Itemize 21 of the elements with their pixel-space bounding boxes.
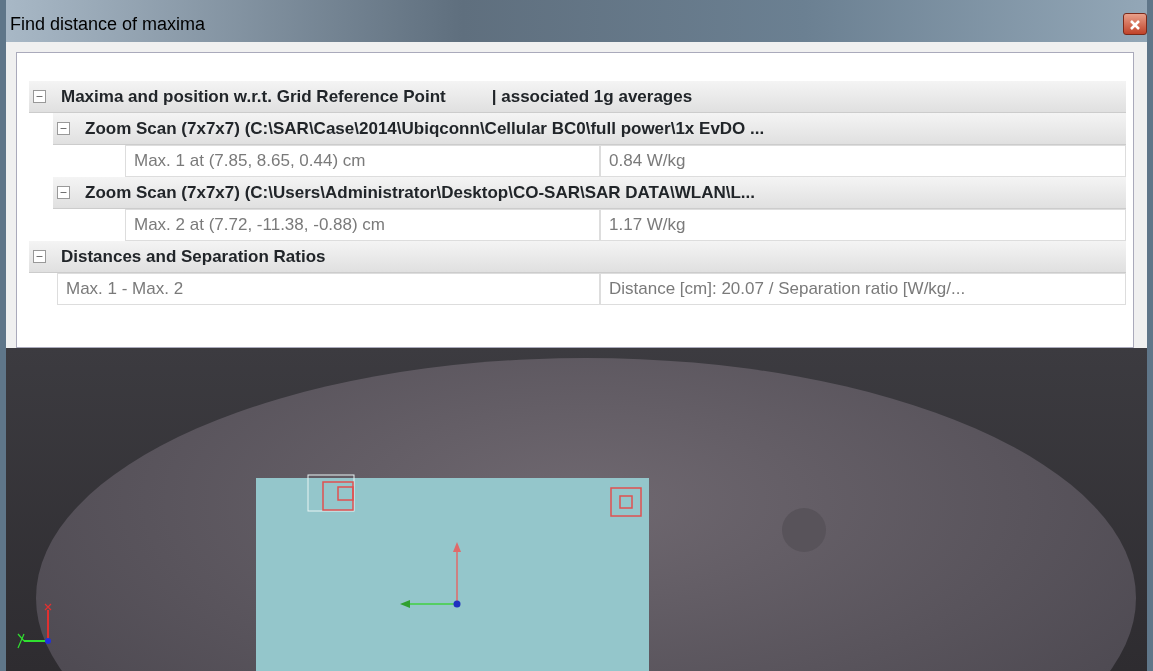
collapse-icon[interactable] — [33, 90, 46, 103]
close-button[interactable] — [1123, 13, 1147, 35]
close-icon — [1129, 18, 1141, 31]
section-title: Distances and Separation Ratios — [61, 245, 326, 268]
table-cell: Max. 2 at (7.72, -11.38, -0.88) cm — [125, 209, 600, 241]
table-cell: Max. 1 at (7.85, 8.65, 0.44) cm — [125, 145, 600, 177]
table-cell: Distance [cm]: 20.07 / Separation ratio [W/kg/... — [600, 273, 1126, 305]
table-cell: Max. 1 - Max. 2 — [57, 273, 600, 305]
section-title: Maxima and position w.r.t. Grid Reference Point — [61, 85, 446, 108]
axes-arrows-drawing — [400, 542, 461, 608]
column-heading: | associated 1g averages — [491, 85, 693, 108]
table-cell: 0.84 W/kg — [600, 145, 1126, 177]
window-title: Find distance of maxima — [10, 12, 206, 36]
collapse-icon[interactable] — [33, 250, 46, 263]
scan-title: Zoom Scan (7x7x7) (C:\SAR\Case\2014\Ubiqconn\Cellular BC0\full power\1x EvDO ... — [85, 117, 765, 140]
collapse-icon[interactable] — [57, 122, 70, 135]
axis-triad-drawing — [17, 603, 52, 649]
maximum-marker[interactable] — [610, 487, 642, 517]
collapse-icon[interactable] — [57, 186, 70, 199]
scan-title: Zoom Scan (7x7x7) (C:\Users\Administrator\Desktop\CO-SAR\SAR DATA\WLAN\L... — [85, 181, 755, 204]
table-cell: 1.17 W/kg — [600, 209, 1126, 241]
